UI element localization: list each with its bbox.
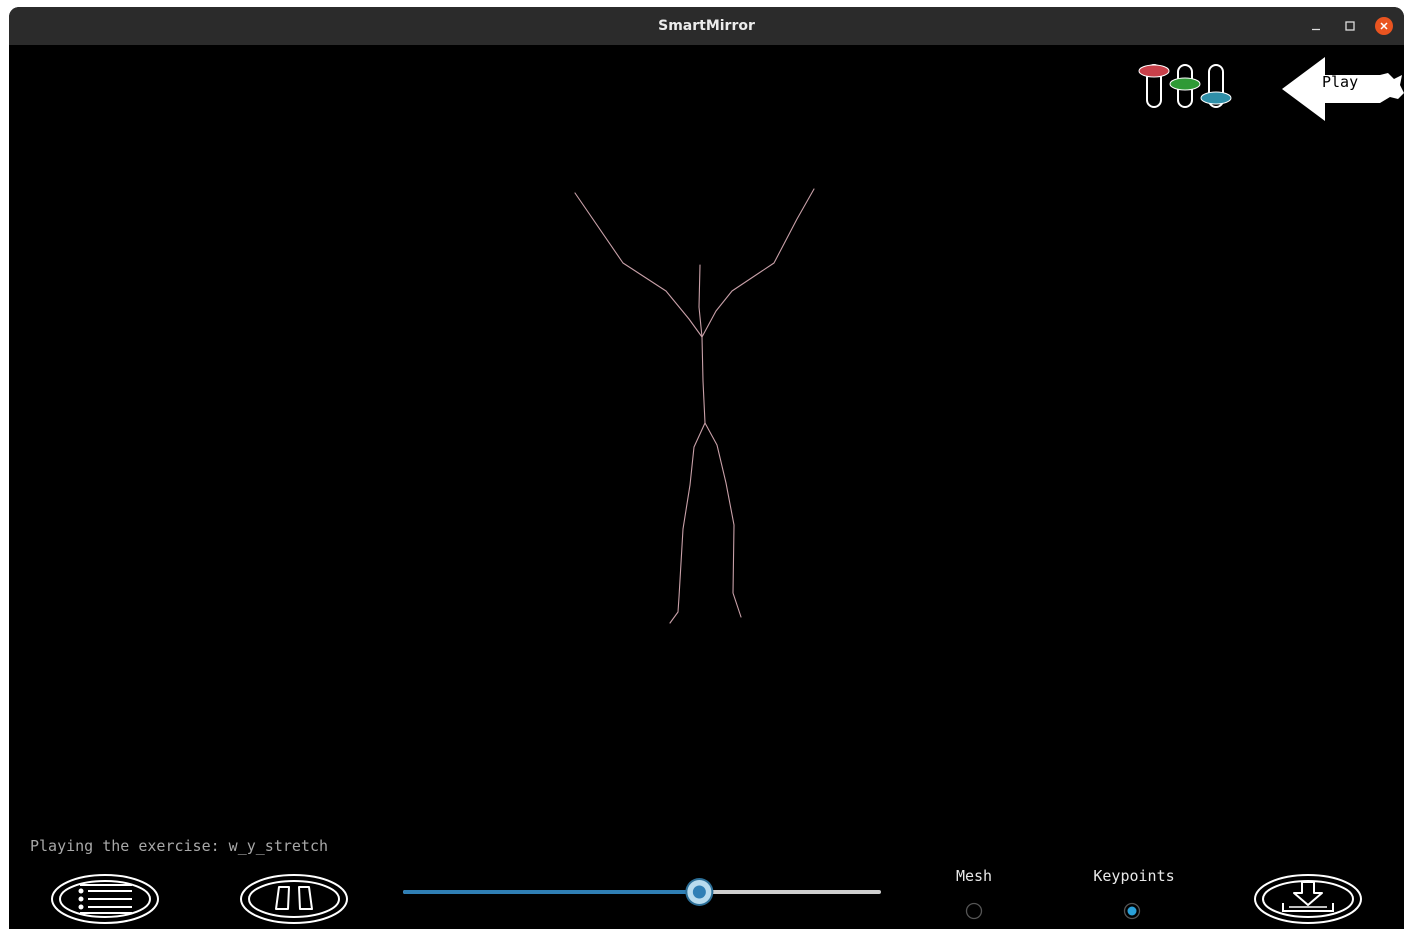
skeleton-left-leg [669,422,706,624]
keypoints-radio[interactable] [1123,902,1141,920]
skeleton-neck [698,264,703,338]
skeleton-right-leg [704,422,742,618]
keypoints-label: Keypoints [1093,867,1175,885]
skeleton-left-arm [574,192,703,338]
minimize-icon [1312,28,1320,31]
arrow-left-icon [1282,57,1404,121]
window-title: SmartMirror [658,18,755,34]
mesh-option: Mesh [944,867,1004,885]
pause-button[interactable] [239,873,349,925]
exercise-list-button[interactable] [50,873,160,925]
slider-knob [685,878,714,906]
download-button[interactable] [1253,873,1363,925]
app-window: SmartMirror Play Playing the exercise: w… [9,7,1404,929]
minimize-button[interactable] [1307,17,1325,35]
skeleton-spine [701,336,706,424]
maximize-icon [1345,21,1355,31]
viewport: Play Playing the exercise: w_y_stretch M… [9,45,1404,929]
play-button[interactable] [1280,53,1404,125]
download-icon [1254,874,1362,924]
playback-slider[interactable] [401,877,883,907]
keypoints-option: Keypoints [1084,867,1184,885]
slider-fill [403,890,700,894]
pause-icon [240,874,348,924]
skeleton-figure [574,188,815,624]
mesh-radio[interactable] [965,902,983,920]
close-icon [1375,17,1393,35]
status-text: Playing the exercise: w_y_stretch [30,837,329,855]
maximize-button[interactable] [1341,17,1359,35]
skeleton-right-arm [701,188,815,338]
mesh-label: Mesh [955,867,993,885]
list-icon [51,874,159,924]
equalizer-icon[interactable] [1137,57,1237,109]
title-bar: SmartMirror [9,7,1404,46]
close-button[interactable] [1375,17,1393,35]
